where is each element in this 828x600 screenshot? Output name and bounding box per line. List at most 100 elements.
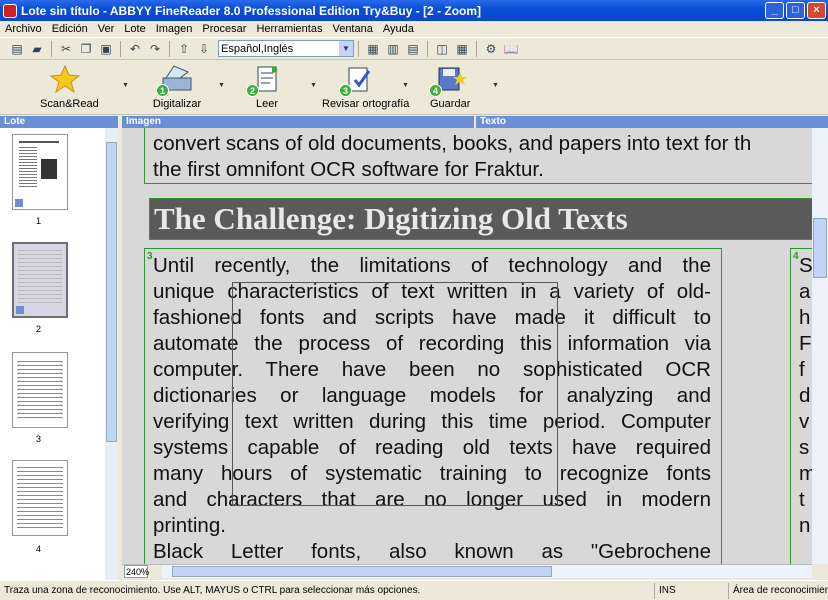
prev-page-icon[interactable]: ⇧ [175, 40, 193, 58]
ocr-text-line: the first omnifont OCR software for Frak… [153, 158, 544, 181]
ocr-text-line: f [799, 358, 805, 381]
scroll-thumb[interactable] [813, 218, 827, 278]
ocr-text-line: S [799, 254, 813, 277]
selection-rectangle[interactable] [232, 282, 558, 506]
page-thumbnail-1[interactable] [12, 134, 68, 210]
ocr-text-line: F [799, 332, 812, 355]
chevron-down-icon: ▼ [339, 41, 353, 56]
ocr-text-line: n [799, 514, 811, 537]
options-gear-icon[interactable]: ⚙ [482, 40, 500, 58]
menu-herramientas[interactable]: Herramientas [251, 23, 327, 35]
page-thumbnail-3[interactable] [12, 352, 68, 428]
step-badge: 3 [339, 84, 352, 97]
read-button[interactable]: 2 Leer [245, 64, 289, 110]
image-vertical-scrollbar[interactable] [812, 128, 828, 564]
redo-icon[interactable]: ↷ [146, 40, 164, 58]
separator [427, 40, 428, 57]
ocr-text-line: d [799, 384, 811, 407]
menu-imagen[interactable]: Imagen [151, 23, 198, 35]
undo-icon[interactable]: ↶ [126, 40, 144, 58]
menu-ventana[interactable]: Ventana [327, 23, 377, 35]
scan-label: Digitalizar [152, 98, 202, 110]
separator [358, 40, 359, 57]
paste-icon[interactable]: ▣ [97, 40, 115, 58]
page-thumbnail-4[interactable] [12, 460, 68, 536]
heading-block[interactable]: The Challenge: Digitizing Old Texts [149, 198, 828, 240]
document-page: convert scans of old documents, books, a… [122, 128, 828, 564]
window-title: Lote sin título - ABBYY FineReader 8.0 P… [21, 3, 482, 18]
image-view-icon[interactable]: ▦ [364, 40, 382, 58]
block-number: 3 [147, 251, 153, 262]
image-pane-header: Imagen [122, 116, 474, 128]
menu-edicion[interactable]: Edición [47, 23, 93, 35]
scan-button[interactable]: 1 Digitalizar [152, 64, 202, 110]
minimize-button[interactable]: _ [765, 2, 784, 19]
read-document-icon: 2 [246, 64, 284, 97]
ocr-text-line: a [799, 280, 811, 303]
step-badge: 4 [429, 84, 442, 97]
maximize-button[interactable]: □ [786, 2, 805, 19]
menu-lote[interactable]: Lote [119, 23, 150, 35]
menu-ayuda[interactable]: Ayuda [378, 23, 419, 35]
separator [476, 40, 477, 57]
spellcheck-dropdown[interactable]: ▼ [402, 82, 409, 89]
zoom-level[interactable]: 240% [124, 565, 149, 578]
scan-read-button[interactable]: Scan&Read [40, 64, 99, 110]
star-icon [48, 64, 82, 94]
separator [51, 40, 52, 57]
two-pane-icon[interactable]: ◫ [433, 40, 451, 58]
batch-scrollbar[interactable] [105, 128, 118, 580]
language-select[interactable]: Español,Inglés ▼ [218, 40, 354, 57]
scroll-thumb[interactable] [172, 566, 552, 577]
spellcheck-label: Revisar ortografía [322, 98, 410, 110]
save-disk-icon: 4 [429, 64, 467, 97]
text-pane-header: Texto [476, 116, 828, 128]
status-area: Área de reconocimiento [728, 582, 828, 599]
copy-icon[interactable]: ❐ [77, 40, 95, 58]
spellcheck-icon: 3 [339, 64, 377, 97]
cut-icon[interactable]: ✂ [57, 40, 75, 58]
heading-text: The Challenge: Digitizing Old Texts [154, 201, 628, 236]
image-text-view-icon[interactable]: ▥ [384, 40, 402, 58]
scan-read-label: Scan&Read [40, 98, 99, 110]
text-view-icon[interactable]: ▤ [404, 40, 422, 58]
step-badge: 1 [156, 84, 169, 97]
ocr-text-line: s [799, 436, 810, 459]
text-block[interactable]: convert scans of old documents, books, a… [144, 128, 828, 184]
menu-archivo[interactable]: Archivo [0, 23, 47, 35]
scan-read-dropdown[interactable]: ▼ [122, 82, 129, 89]
page-number: 1 [36, 216, 42, 226]
new-batch-icon[interactable]: ▤ [8, 40, 26, 58]
step-badge: 2 [246, 84, 259, 97]
batch-pane: 1 2 3 4 [0, 128, 118, 580]
separator [169, 40, 170, 57]
main-toolbar: Scan&Read ▼ 1 Digitalizar ▼ 2 Leer ▼ 3 R… [0, 60, 828, 115]
close-button[interactable]: × [807, 2, 826, 19]
next-page-icon[interactable]: ⇩ [195, 40, 213, 58]
read-label: Leer [255, 98, 279, 110]
save-button[interactable]: 4 Guardar [429, 64, 471, 110]
read-dropdown[interactable]: ▼ [310, 82, 317, 89]
zoom-image-view[interactable]: convert scans of old documents, books, a… [122, 128, 828, 564]
page-number: 3 [36, 434, 42, 444]
separator [120, 40, 121, 57]
spellcheck-button[interactable]: 3 Revisar ortografía [322, 64, 410, 110]
ocr-text-line: Until recently, the limitations of techn… [153, 254, 711, 277]
menu-procesar[interactable]: Procesar [197, 23, 251, 35]
ocr-text-line: v [799, 410, 810, 433]
menu-ver[interactable]: Ver [93, 23, 120, 35]
scanner-icon: 1 [156, 64, 194, 97]
save-label: Guardar [430, 98, 471, 110]
open-folder-icon[interactable]: ▰ [28, 40, 46, 58]
page-number: 4 [36, 544, 42, 554]
image-horizontal-scrollbar[interactable] [162, 565, 812, 578]
grid-view-icon[interactable]: ▦ [453, 40, 471, 58]
page-thumbnail-2[interactable] [12, 242, 68, 318]
save-dropdown[interactable]: ▼ [492, 82, 499, 89]
help-book-icon[interactable]: 📖 [502, 40, 520, 58]
scroll-thumb[interactable] [106, 142, 117, 442]
status-message: Traza una zona de reconocimiento. Use AL… [4, 585, 421, 596]
language-value: Español,Inglés [221, 42, 294, 55]
lote-pane-header: Lote [0, 116, 118, 128]
scan-dropdown[interactable]: ▼ [218, 82, 225, 89]
